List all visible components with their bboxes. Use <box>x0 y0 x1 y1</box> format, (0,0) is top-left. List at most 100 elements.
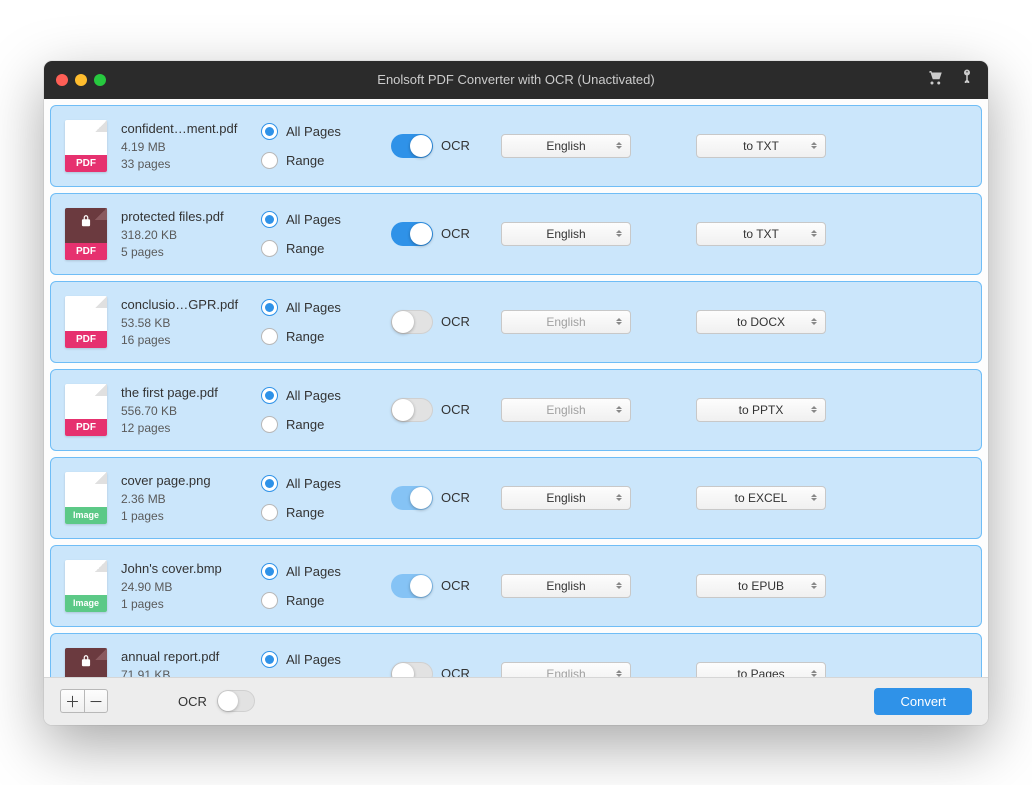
radio-label: All Pages <box>286 300 341 315</box>
radio-range[interactable]: Range <box>261 592 391 609</box>
ocr-label: OCR <box>441 490 470 505</box>
ocr-toggle[interactable] <box>391 134 433 158</box>
format-dropdown[interactable]: to Pages <box>696 662 826 677</box>
lock-icon <box>79 654 93 668</box>
radio-all-pages[interactable]: All Pages <box>261 563 391 580</box>
file-name: John's cover.bmp <box>121 561 261 576</box>
file-thumbnail: Image <box>65 472 107 524</box>
file-type-badge: PDF <box>65 243 107 260</box>
radio-range[interactable]: Range <box>261 416 391 433</box>
radio-dot-icon <box>261 152 278 169</box>
ocr-toggle[interactable] <box>391 398 433 422</box>
ocr-toggle[interactable] <box>391 486 433 510</box>
radio-label: Range <box>286 593 324 608</box>
close-window-button[interactable] <box>56 74 68 86</box>
file-row[interactable]: PDFprotected files.pdf318.20 KB5 pagesAl… <box>50 193 982 275</box>
language-dropdown[interactable]: English <box>501 486 631 510</box>
ocr-label: OCR <box>441 402 470 417</box>
file-row[interactable]: PDFannual report.pdf71.91 KB2 pagesAll P… <box>50 633 982 677</box>
footer-ocr-toggle[interactable] <box>217 690 255 712</box>
maximize-window-button[interactable] <box>94 74 106 86</box>
ocr-cell: OCR <box>391 574 501 598</box>
key-icon[interactable] <box>958 68 976 91</box>
language-dropdown[interactable]: English <box>501 222 631 246</box>
lock-icon <box>79 214 93 228</box>
ocr-cell: OCR <box>391 222 501 246</box>
minimize-window-button[interactable] <box>75 74 87 86</box>
ocr-toggle[interactable] <box>391 222 433 246</box>
file-list[interactable]: PDFconfident…ment.pdf4.19 MB33 pagesAll … <box>44 99 988 677</box>
page-range-group: All Pages Range <box>261 387 391 433</box>
radio-range[interactable]: Range <box>261 504 391 521</box>
format-dropdown[interactable]: to TXT <box>696 134 826 158</box>
footer-bar: ＋ － OCR Convert <box>44 677 988 725</box>
convert-button[interactable]: Convert <box>874 688 972 715</box>
chevron-updown-icon <box>811 319 817 325</box>
traffic-lights <box>56 74 106 86</box>
remove-file-button[interactable]: － <box>84 689 108 713</box>
window-title: Enolsoft PDF Converter with OCR (Unactiv… <box>377 72 654 87</box>
language-dropdown: English <box>501 662 631 677</box>
file-pages: 1 pages <box>121 597 261 611</box>
ocr-cell: OCR <box>391 310 501 334</box>
file-meta: cover page.png2.36 MB1 pages <box>121 473 261 523</box>
dropdown-value: to EXCEL <box>735 491 788 505</box>
dropdown-value: to TXT <box>743 139 779 153</box>
file-thumbnail: PDF <box>65 648 107 677</box>
file-row[interactable]: Image cover page.png2.36 MB1 pagesAll Pag… <box>50 457 982 539</box>
chevron-updown-icon <box>616 583 622 589</box>
file-row[interactable]: ImageJohn's cover.bmp24.90 MB1 pagesAll … <box>50 545 982 627</box>
file-row[interactable]: PDFconclusio…GPR.pdf53.58 KB16 pagesAll … <box>50 281 982 363</box>
chevron-updown-icon <box>616 319 622 325</box>
file-size: 556.70 KB <box>121 404 261 418</box>
radio-dot-icon <box>261 651 278 668</box>
file-pages: 33 pages <box>121 157 261 171</box>
radio-range[interactable]: Range <box>261 328 391 345</box>
file-row[interactable]: PDFconfident…ment.pdf4.19 MB33 pagesAll … <box>50 105 982 187</box>
ocr-cell: OCR <box>391 134 501 158</box>
radio-dot-icon <box>261 475 278 492</box>
ocr-toggle[interactable] <box>391 310 433 334</box>
file-size: 24.90 MB <box>121 580 261 594</box>
dropdown-value: English <box>546 315 585 329</box>
format-dropdown[interactable]: to EPUB <box>696 574 826 598</box>
radio-all-pages[interactable]: All Pages <box>261 123 391 140</box>
language-dropdown[interactable]: English <box>501 574 631 598</box>
radio-label: Range <box>286 505 324 520</box>
radio-range[interactable]: Range <box>261 152 391 169</box>
file-type-badge: Image <box>65 507 107 524</box>
file-size: 2.36 MB <box>121 492 261 506</box>
radio-all-pages[interactable]: All Pages <box>261 211 391 228</box>
radio-label: All Pages <box>286 388 341 403</box>
chevron-updown-icon <box>811 583 817 589</box>
page-range-group: All PagesRange <box>261 651 391 677</box>
language-dropdown: English <box>501 398 631 422</box>
ocr-toggle[interactable] <box>391 574 433 598</box>
ocr-toggle[interactable] <box>391 662 433 677</box>
format-dropdown[interactable]: to PPTX <box>696 398 826 422</box>
radio-dot-icon <box>261 123 278 140</box>
format-dropdown[interactable]: to DOCX <box>696 310 826 334</box>
dropdown-value: to TXT <box>743 227 779 241</box>
radio-range[interactable]: Range <box>261 240 391 257</box>
format-dropdown[interactable]: to EXCEL <box>696 486 826 510</box>
radio-dot-icon <box>261 504 278 521</box>
radio-all-pages[interactable]: All Pages <box>261 651 391 668</box>
file-pages: 16 pages <box>121 333 261 347</box>
radio-all-pages[interactable]: All Pages <box>261 387 391 404</box>
chevron-updown-icon <box>811 495 817 501</box>
radio-label: All Pages <box>286 564 341 579</box>
language-dropdown[interactable]: English <box>501 134 631 158</box>
chevron-updown-icon <box>811 407 817 413</box>
format-dropdown[interactable]: to TXT <box>696 222 826 246</box>
file-row[interactable]: PDFthe first page.pdf556.70 KB12 pagesAl… <box>50 369 982 451</box>
radio-all-pages[interactable]: All Pages <box>261 299 391 316</box>
cart-icon[interactable] <box>926 68 944 91</box>
radio-label: Range <box>286 153 324 168</box>
dropdown-value: English <box>546 403 585 417</box>
add-file-button[interactable]: ＋ <box>60 689 84 713</box>
ocr-cell: OCR <box>391 662 501 677</box>
radio-all-pages[interactable]: All Pages <box>261 475 391 492</box>
radio-dot-icon <box>261 328 278 345</box>
radio-label: Range <box>286 241 324 256</box>
